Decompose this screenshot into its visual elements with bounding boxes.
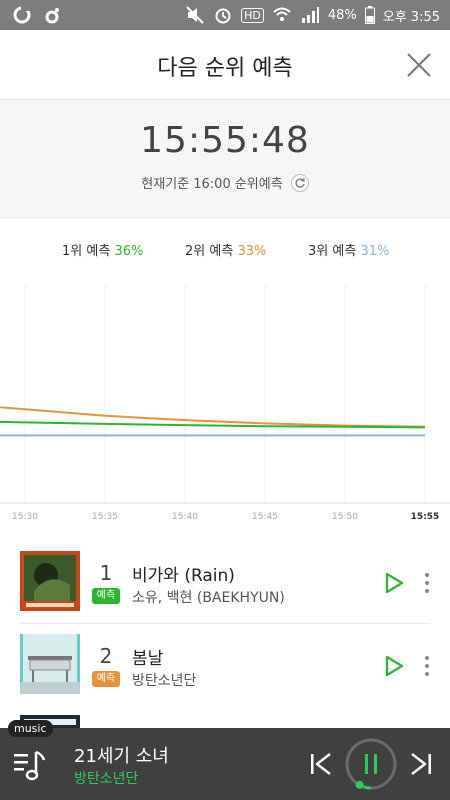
legend-item-1: 1위 예측 36% (62, 240, 143, 259)
song-artist: 방탄소년단 (132, 673, 197, 689)
skip-next-icon[interactable] (408, 750, 434, 778)
list-item-partial (0, 707, 450, 728)
hd-icon: HD (241, 7, 264, 23)
more-vertical-icon[interactable] (420, 571, 434, 595)
song-title: 봄날 (132, 649, 164, 669)
skip-previous-icon[interactable] (308, 750, 334, 778)
x-tick-label: 15:55 (411, 512, 440, 522)
pause-icon[interactable] (344, 737, 398, 791)
x-tick-label: 15:40 (172, 512, 198, 522)
legend-value: 36% (114, 244, 144, 259)
page-title: 다음 순위 예측 (157, 56, 293, 81)
song-title: 비가와 (Rain) (132, 566, 235, 586)
prediction-badge: 예측 (92, 671, 120, 687)
album-art (20, 634, 80, 694)
prediction-badge: 예측 (92, 588, 120, 604)
play-icon[interactable] (382, 571, 406, 595)
legend-item-2: 2위 예측 33% (185, 240, 266, 259)
mini-player[interactable]: music 21세기 소녀 방탄소년단 (0, 720, 450, 800)
rank-number: 2 (99, 644, 113, 668)
album-art-image (20, 551, 80, 611)
play-icon[interactable] (382, 654, 406, 678)
legend-label: 2위 예측 (185, 244, 234, 259)
song-artist: 소유, 백현 (BAEKHYUN) (132, 590, 285, 606)
rank-number: 1 (99, 561, 113, 585)
close-icon[interactable] (404, 50, 434, 80)
x-tick-label: 15:45 (252, 512, 278, 522)
countdown-section: 15:55:48 현재기준 16:00 순위예측 (0, 100, 450, 218)
list-item[interactable]: 1 예측 비가와 (Rain) 소유, 백현 (BAEKHYUN) (0, 541, 450, 623)
legend-item-3: 3위 예측 31% (308, 240, 389, 259)
legend-label: 1위 예측 (62, 244, 111, 259)
status-bar-right: HD 48% 오후 3:55 (185, 5, 440, 25)
signal-icon (301, 7, 319, 23)
player-song-artist: 방탄소년단 (74, 771, 139, 787)
battery-percent: 48% (327, 7, 357, 23)
series-line-2 (0, 420, 426, 429)
album-art-image (20, 634, 80, 694)
battery-icon (364, 6, 375, 24)
album-art (20, 551, 80, 611)
x-tick-label: 15:30 (12, 512, 38, 522)
status-bar-left (12, 5, 62, 25)
list-item[interactable]: 2 예측 봄날 방탄소년단 (0, 624, 450, 706)
header: 다음 순위 예측 (0, 30, 450, 100)
legend-label: 3위 예측 (308, 244, 357, 259)
x-tick-label: 15:35 (92, 512, 118, 522)
chart-legend: 1위 예측 36% 2위 예측 33% 3위 예측 31% (0, 240, 450, 260)
playlist-music-icon[interactable] (12, 746, 50, 784)
more-vertical-icon[interactable] (420, 654, 434, 678)
current-time: 15:55:48 (140, 120, 310, 161)
refresh-icon (295, 177, 305, 188)
app-o-icon (13, 6, 31, 24)
alarm-icon (215, 8, 231, 24)
wifi-icon (273, 7, 291, 21)
mute-icon (186, 6, 204, 24)
legend-value: 31% (360, 244, 390, 259)
prediction-basis-text: 현재기준 16:00 순위예측 (141, 177, 283, 192)
music-tag: music (8, 720, 53, 737)
prediction-basis: 현재기준 16:00 순위예측 (0, 173, 450, 192)
app-o-small-icon (45, 8, 59, 24)
player-song-title: 21세기 소녀 (74, 746, 169, 767)
status-time: 오후 3:55 (382, 9, 440, 25)
refresh-button[interactable] (290, 173, 309, 192)
status-bar: HD 48% 오후 3:55 (0, 0, 450, 30)
legend-value: 33% (237, 244, 267, 259)
prediction-chart: 15:30 15:35 15:40 15:45 15:50 15:55 (0, 285, 450, 522)
x-tick-label: 15:50 (332, 512, 358, 522)
